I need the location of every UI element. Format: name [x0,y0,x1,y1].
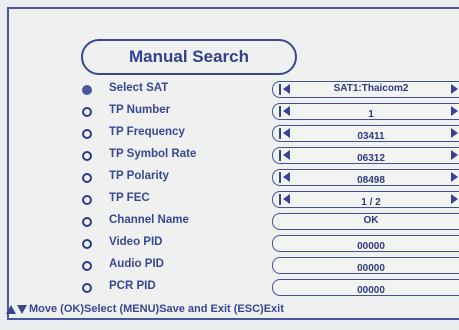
tick-icon [279,150,281,161]
arrow-right-icon[interactable] [451,84,458,94]
row-audio-pid[interactable]: Audio PID 00000 [0,255,459,277]
bullet-icon [82,151,92,161]
arrow-right-icon[interactable] [451,194,458,204]
footer-help-bar: Move (OK)Select (MENU)Save and Exit (ESC… [6,303,459,315]
tp-fec-field[interactable]: 1 / 2 [272,191,459,208]
video-pid-field[interactable]: 00000 [272,235,459,252]
tick-icon [279,84,281,95]
bullet-icon [82,239,92,249]
tick-icon [279,194,281,205]
selected-bullet-icon [82,85,92,95]
row-label: PCR PID [109,280,156,292]
row-label: Audio PID [109,258,164,270]
bullet-icon [82,217,92,227]
row-channel-name[interactable]: Channel Name OK [0,211,459,233]
down-arrow-icon [17,304,27,314]
field-value: 1 [368,109,374,120]
field-value: 00000 [357,241,385,252]
up-arrow-icon [6,304,16,314]
bullet-icon [82,195,92,205]
audio-pid-field[interactable]: 00000 [272,257,459,274]
arrow-right-icon[interactable] [451,128,458,138]
row-label: TP Polarity [109,170,169,182]
arrow-left-icon[interactable] [283,194,290,204]
bullet-icon [82,173,92,183]
row-label: Select SAT [109,82,169,94]
arrow-left-icon[interactable] [283,150,290,160]
arrow-right-icon[interactable] [451,150,458,160]
row-video-pid[interactable]: Video PID 00000 [0,233,459,255]
bullet-icon [82,261,92,271]
field-value: 00000 [357,285,385,296]
row-label: Video PID [109,236,163,248]
field-value: OK [363,215,379,226]
select-sat-field[interactable]: SAT1:Thaicom2 [272,81,459,98]
tick-icon [279,172,281,183]
row-tp-polarity[interactable]: TP Polarity 08498 [0,167,459,189]
channel-name-field[interactable]: OK [272,213,459,230]
row-label: TP Symbol Rate [109,148,197,160]
tick-icon [279,128,281,139]
arrow-right-icon[interactable] [451,172,458,182]
row-pcr-pid[interactable]: PCR PID 00000 [0,277,459,299]
field-value: SAT1:Thaicom2 [333,83,409,94]
arrow-left-icon[interactable] [283,172,290,182]
arrow-left-icon[interactable] [283,84,290,94]
arrow-left-icon[interactable] [283,106,290,116]
row-label: Channel Name [109,214,189,226]
tp-polarity-field[interactable]: 08498 [272,169,459,186]
field-value: 08498 [357,175,385,186]
arrow-left-icon[interactable] [283,128,290,138]
pcr-pid-field[interactable]: 00000 [272,279,459,296]
row-label: TP FEC [109,192,150,204]
row-tp-fec[interactable]: TP FEC 1 / 2 [0,189,459,211]
bullet-icon [82,283,92,293]
row-tp-number[interactable]: TP Number 1 [0,101,459,123]
tick-icon [279,106,281,117]
footer-help-text: Move (OK)Select (MENU)Save and Exit (ESC… [29,303,284,315]
row-label: TP Number [109,104,171,116]
row-tp-frequency[interactable]: TP Frequency 03411 [0,123,459,145]
field-value: 00000 [357,263,385,274]
tp-number-field[interactable]: 1 [272,103,459,120]
tp-symbol-rate-field[interactable]: 06312 [272,147,459,164]
tp-frequency-field[interactable]: 03411 [272,125,459,142]
row-tp-symbol-rate[interactable]: TP Symbol Rate 06312 [0,145,459,167]
row-label: TP Frequency [109,126,185,138]
bullet-icon [82,129,92,139]
bullet-icon [82,107,92,117]
arrow-right-icon[interactable] [451,106,458,116]
field-value: 1 / 2 [361,197,381,208]
field-value: 03411 [357,131,385,142]
field-value: 06312 [357,153,385,164]
page-title: Manual Search [81,39,297,75]
row-select-sat[interactable]: Select SAT SAT1:Thaicom2 [0,79,459,101]
